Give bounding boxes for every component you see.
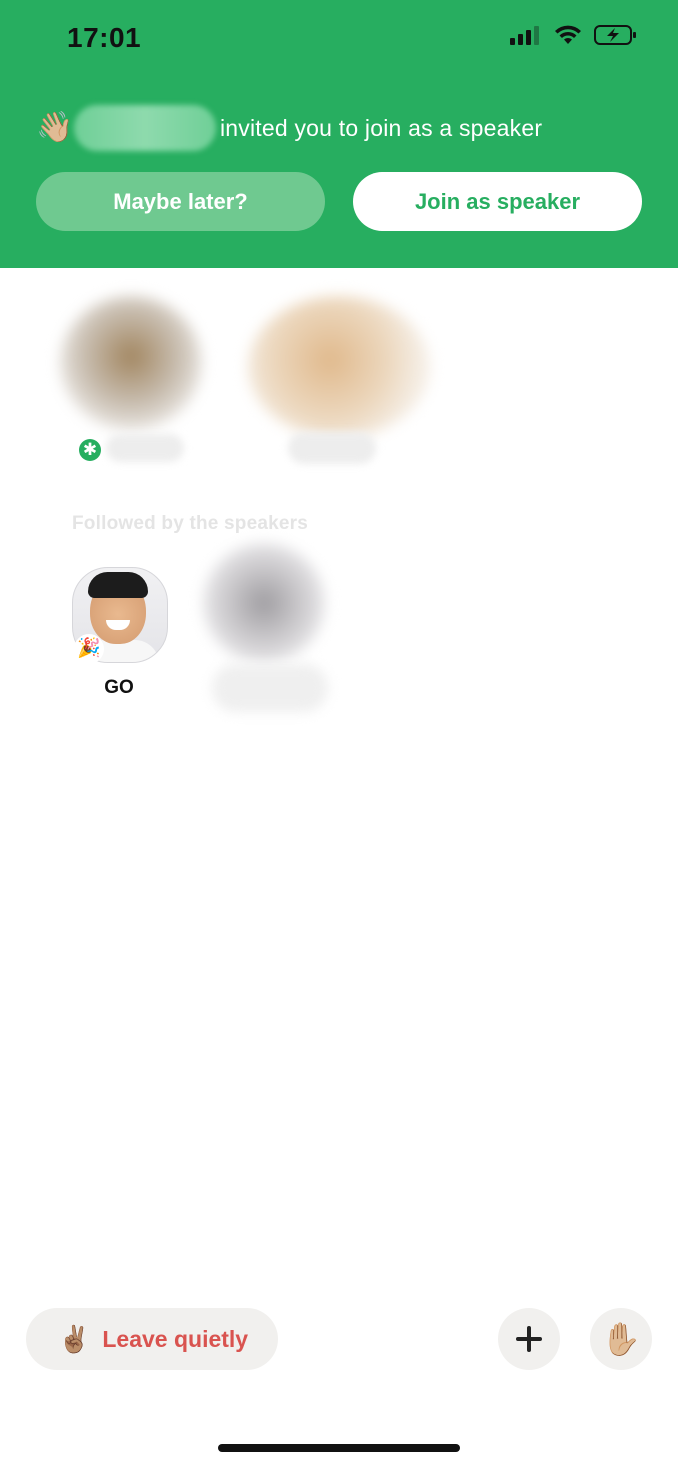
plus-icon — [516, 1326, 542, 1352]
party-popper-icon: 🎉 — [74, 634, 104, 664]
speaker-avatar[interactable] — [60, 296, 202, 430]
speaker-name-redacted — [288, 432, 376, 464]
invite-banner: 17:01 👋🏼 invited you to join as a speake… — [0, 0, 678, 268]
user-name: GO — [104, 677, 134, 698]
victory-hand-icon: ✌🏽 — [58, 1324, 91, 1354]
add-button[interactable] — [498, 1308, 560, 1370]
avatar-hair — [88, 572, 148, 598]
leave-quietly-label: Leave quietly — [102, 1325, 249, 1352]
status-bar: 17:01 — [0, 0, 678, 80]
user-name-redacted — [212, 664, 328, 712]
join-as-speaker-button[interactable]: Join as speaker — [353, 172, 642, 231]
waving-hand-icon: 👋🏼 — [36, 111, 74, 144]
home-indicator — [218, 1444, 460, 1452]
followed-section-title: Followed by the speakers — [72, 513, 309, 534]
invite-text: invited you to join as a speaker — [220, 114, 543, 141]
invite-message: 👋🏼 invited you to join as a speaker — [36, 100, 542, 156]
wifi-icon — [555, 25, 581, 44]
status-time: 17:01 — [67, 22, 142, 53]
speaker-name-redacted — [106, 434, 184, 462]
speaker-avatar[interactable] — [248, 296, 430, 438]
status-icons — [510, 24, 638, 46]
cellular-signal-icon — [510, 26, 539, 45]
raised-hand-icon: ✋🏼 — [601, 1321, 641, 1357]
maybe-later-button[interactable]: Maybe later? — [36, 172, 325, 231]
inviter-name-redacted — [74, 105, 216, 151]
user-avatar-redacted[interactable] — [203, 543, 325, 663]
moderator-star-icon: ✱ — [79, 439, 101, 461]
leave-quietly-button[interactable]: ✌🏽 Leave quietly — [26, 1308, 278, 1370]
raise-hand-button[interactable]: ✋🏼 — [590, 1308, 652, 1370]
battery-charging-icon — [594, 25, 636, 45]
